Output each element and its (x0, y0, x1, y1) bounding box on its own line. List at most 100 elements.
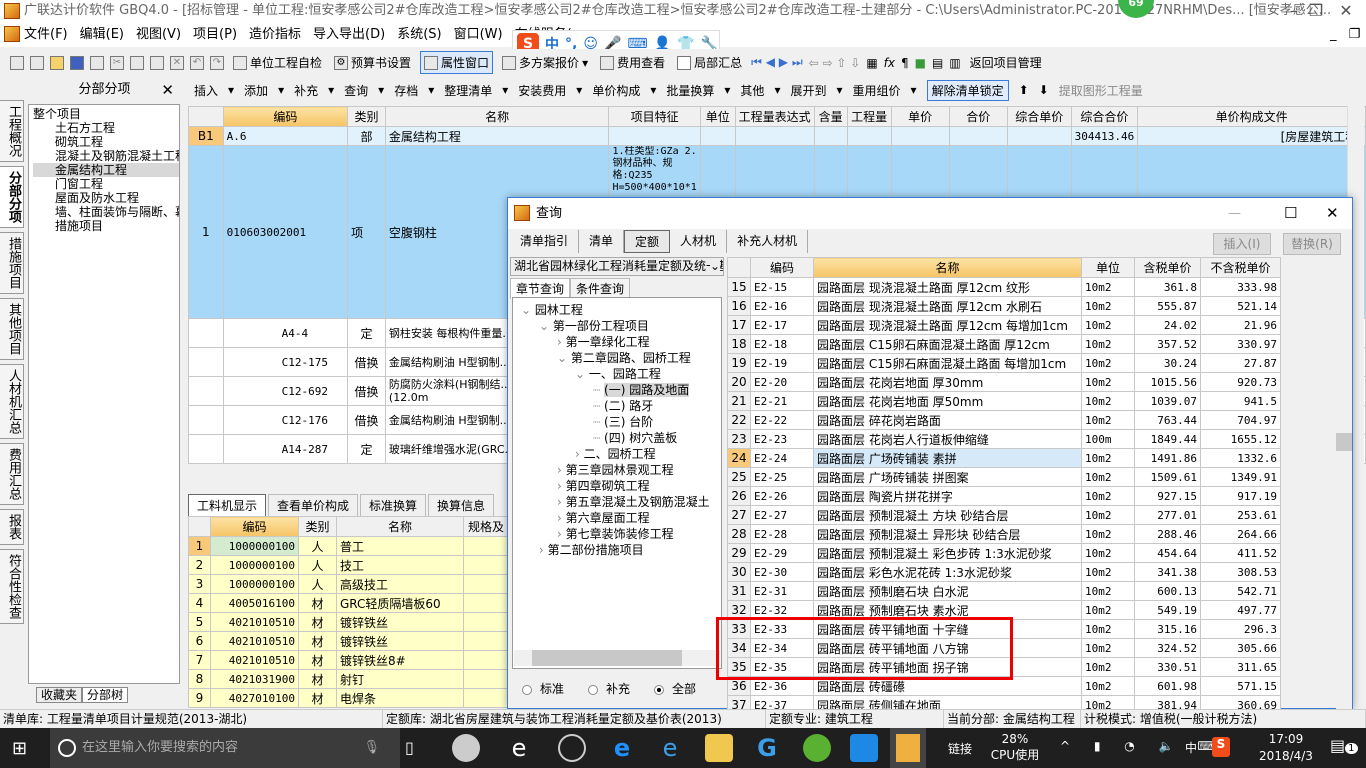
row-number[interactable]: 15 (727, 277, 751, 297)
grid-toolbar-item[interactable]: 其他 (740, 82, 764, 99)
tree-node[interactable]: ⌄ 一、园路工程 (513, 366, 721, 382)
table-row[interactable]: B1 A.6 部金属结构工程 304413.46 [房屋建筑工程] (188, 126, 1366, 146)
calculator-icon[interactable]: ▦ (866, 56, 877, 70)
copy-icon[interactable] (130, 55, 144, 70)
price-with-tax[interactable]: 30.24 (1134, 353, 1201, 373)
query-subtab[interactable]: 条件查询 (570, 278, 631, 299)
grid-toolbar-item[interactable]: 存档 (394, 82, 418, 99)
price-with-tax[interactable]: 315.16 (1134, 619, 1201, 639)
code[interactable]: 4021010510 (210, 650, 299, 670)
unit[interactable]: 10m2 (1081, 676, 1135, 696)
tree-node-label[interactable]: 第七章装饰装修工程 (566, 527, 674, 541)
grid-toolbar-item[interactable]: 添加 (244, 82, 268, 99)
row-number[interactable]: 8 (188, 669, 211, 689)
type[interactable]: 材 (298, 593, 337, 613)
column-header[interactable] (188, 516, 211, 537)
code[interactable]: E2-21 (750, 391, 814, 411)
chevron-down-icon[interactable]: ▾ (836, 83, 842, 97)
down-icon[interactable]: ⬇ (1039, 83, 1049, 97)
unit[interactable]: 10m2 (1081, 391, 1135, 411)
fx-icon[interactable]: fx (884, 56, 895, 70)
name[interactable]: 园路面层 花岗岩地面 厚30mm (813, 372, 1082, 392)
chevron-down-icon[interactable]: ⌄ (557, 351, 571, 365)
tree-node-label[interactable]: (四) 树穴盖板 (604, 431, 677, 445)
chevron-right-icon[interactable]: › (557, 495, 566, 509)
row-number[interactable]: 31 (727, 581, 751, 601)
task-view-icon[interactable]: ▯ (405, 738, 414, 757)
row-number[interactable]: 7 (188, 650, 211, 670)
chevron-right-icon[interactable]: › (557, 335, 566, 349)
row-number[interactable]: 6 (188, 631, 211, 651)
chevron-down-icon[interactable]: ▾ (911, 83, 917, 97)
nav-first-prev-next-last-icons[interactable]: ⏮ ◀ ▶ ⏭ (751, 55, 803, 70)
chevron-down-icon[interactable]: ▾ (278, 83, 284, 97)
radio-1[interactable]: 补充 (588, 680, 630, 697)
code[interactable]: E2-36 (750, 676, 814, 696)
name[interactable]: 镀锌铁丝 (336, 612, 464, 632)
table-row[interactable]: 23 E2-23 园路面层 花岗岩人行道板伸缩缝 100m 1849.44 1655.12 (727, 429, 1281, 449)
tree-node-label[interactable]: 一、园路工程 (589, 367, 661, 381)
column-header[interactable]: 名称 (813, 257, 1082, 278)
chevron-right-icon[interactable]: › (557, 511, 566, 525)
price-with-tax[interactable]: 601.98 (1134, 676, 1201, 696)
dialog-tab[interactable]: 人材机 (670, 230, 728, 253)
grid-toolbar-item[interactable]: 补充 (294, 82, 318, 99)
new-project-icon[interactable] (30, 55, 44, 70)
price-without-tax[interactable]: 264.66 (1200, 524, 1281, 544)
property-window-button[interactable]: 属性窗口 (420, 51, 494, 74)
price-with-tax[interactable]: 277.01 (1134, 505, 1201, 525)
tree-node[interactable]: › 第六章屋面工程 (513, 510, 721, 526)
row-number[interactable]: 32 (727, 600, 751, 620)
table-row[interactable]: 15 E2-15 园路面层 现浇混凝土路面 厚12cm 纹形 10m2 361.8 333… (727, 277, 1281, 297)
price-without-tax[interactable]: 27.87 (1200, 353, 1281, 373)
unit[interactable]: 10m2 (1081, 486, 1135, 506)
column-header[interactable]: 单位 (699, 106, 736, 127)
code[interactable]: E2-25 (750, 467, 814, 487)
column-header[interactable]: 综合单价 (1006, 106, 1072, 127)
row-number[interactable]: 22 (727, 410, 751, 430)
unit[interactable]: 10m2 (1081, 657, 1135, 677)
price-without-tax[interactable]: 704.97 (1200, 410, 1281, 430)
price-with-tax[interactable]: 1039.07 (1134, 391, 1201, 411)
tree-node-label[interactable]: 园林工程 (535, 303, 583, 317)
name[interactable]: 园路面层 现浇混凝土路面 厚12cm 每增加1cm (813, 315, 1082, 335)
column-header[interactable]: 项目特征 (608, 106, 701, 127)
paste-icon[interactable] (150, 55, 164, 70)
row-number[interactable]: 3 (188, 574, 211, 594)
tree-leaf-icon[interactable]: ┈ (593, 415, 604, 429)
table-row[interactable]: 20 E2-20 园路面层 花岗岩地面 厚30mm 10m2 1015.56 920.73 (727, 372, 1281, 392)
spec[interactable] (463, 555, 509, 575)
export-icon[interactable] (90, 55, 104, 70)
cell-type[interactable]: 借换 (347, 376, 386, 406)
cell-code[interactable]: C12-692 (222, 376, 349, 406)
spec[interactable] (463, 650, 509, 670)
bottom-tab[interactable]: 工料机显示 (188, 494, 267, 517)
column-header[interactable]: 编码 (750, 257, 814, 278)
tree-item[interactable]: 砌筑工程 (33, 135, 179, 149)
row-number[interactable]: 17 (727, 315, 751, 335)
unit[interactable]: 10m2 (1081, 353, 1135, 373)
price-with-tax[interactable]: 24.02 (1134, 315, 1201, 335)
chevron-right-icon[interactable]: › (557, 479, 566, 493)
tree-item[interactable]: 门窗工程 (33, 177, 179, 191)
bottom-tab[interactable]: 查看单价构成 (268, 494, 359, 517)
code[interactable]: E2-32 (750, 600, 814, 620)
row-number[interactable]: 20 (727, 372, 751, 392)
cell-num[interactable] (188, 318, 224, 348)
cell-type[interactable]: 定 (347, 318, 386, 348)
chevron-down-icon[interactable]: ▾ (228, 83, 234, 97)
unit[interactable]: 10m2 (1081, 524, 1135, 544)
row-number[interactable]: 24 (727, 448, 751, 468)
column-header[interactable]: 类别 (298, 516, 337, 537)
name[interactable]: 园路面层 预制磨石块 白水泥 (813, 581, 1082, 601)
quota-grid-scrollbar[interactable] (1336, 257, 1352, 709)
cell-type[interactable]: 部 (347, 126, 386, 146)
cell-total[interactable]: 304413.46 (1070, 126, 1139, 146)
tree-hscrollbar[interactable] (514, 650, 720, 666)
tree-leaf-icon[interactable]: ┈ (593, 399, 604, 413)
price-without-tax[interactable]: 1332.6 (1200, 448, 1281, 468)
name[interactable]: 镀锌铁丝 (336, 631, 464, 651)
tree-node[interactable]: › 第四章砌筑工程 (513, 478, 721, 494)
tree-tab[interactable]: 分部树 (82, 687, 129, 703)
table-row[interactable]: 27 E2-27 园路面层 预制混凝土 方块 砂结合层 10m2 277.01 253.6… (727, 505, 1281, 525)
